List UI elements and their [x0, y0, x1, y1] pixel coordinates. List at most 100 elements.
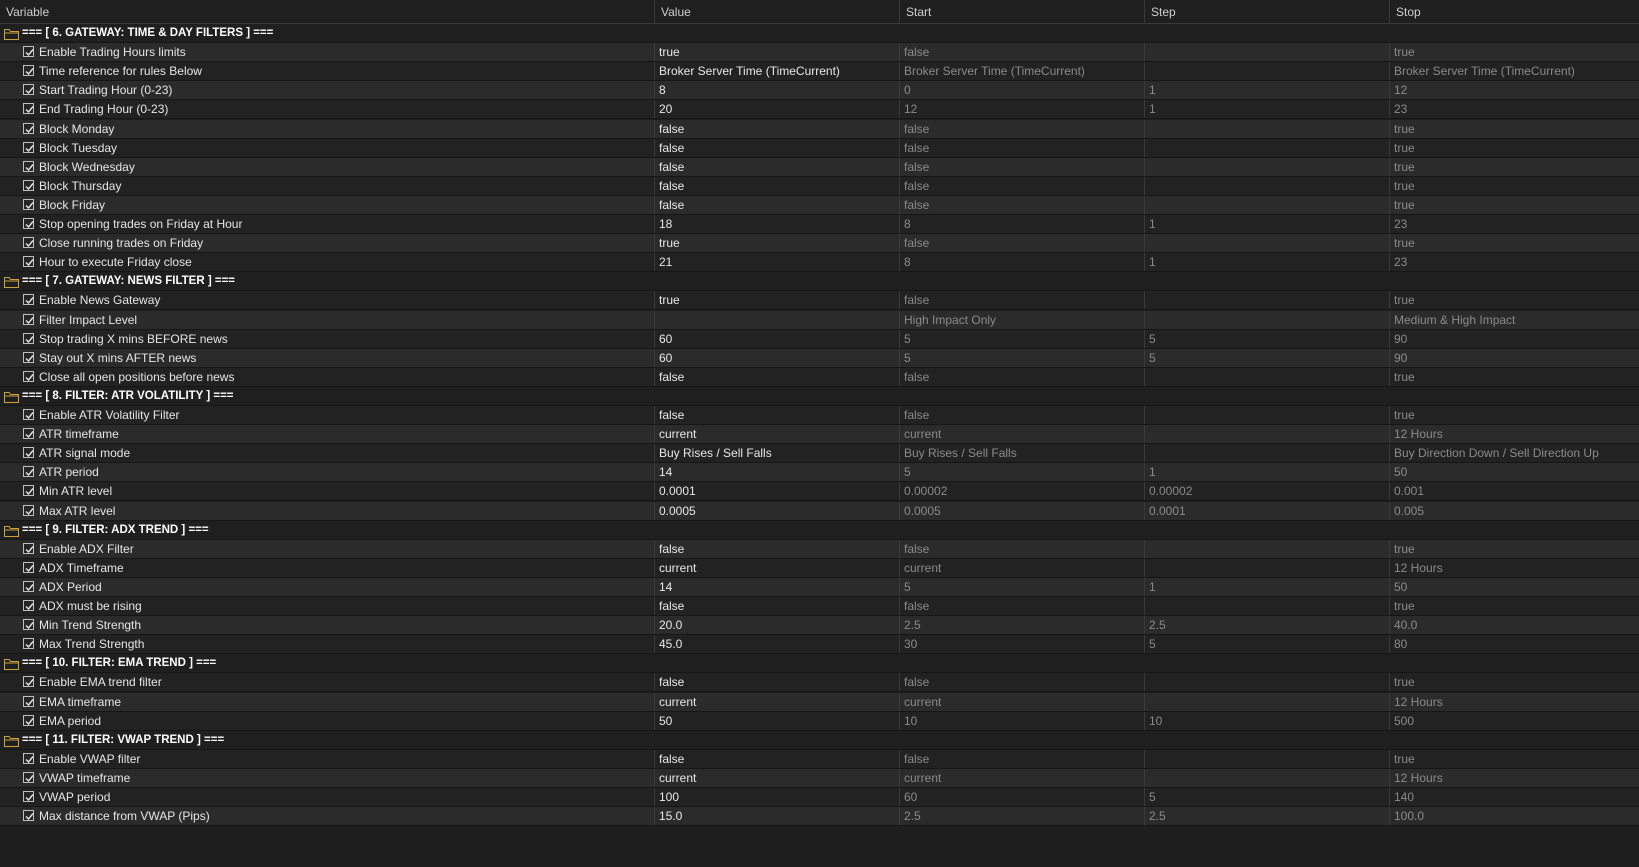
stop-cell[interactable]: 0.001: [1390, 482, 1639, 500]
start-cell[interactable]: false: [900, 195, 1145, 214]
parameter-row[interactable]: Block Friday false false true: [0, 195, 1639, 215]
step-cell[interactable]: [1145, 176, 1390, 195]
parameter-row[interactable]: Stay out X mins AFTER news 60 5 5 90: [0, 348, 1639, 368]
section-row[interactable]: === [ 8. FILTER: ATR VOLATILITY ] ===: [0, 386, 1639, 406]
start-cell[interactable]: false: [900, 291, 1145, 310]
step-cell[interactable]: 2.5: [1145, 807, 1390, 826]
value-cell[interactable]: current: [655, 558, 900, 577]
stop-cell[interactable]: true: [1390, 368, 1639, 386]
start-cell[interactable]: false: [900, 597, 1145, 616]
checkbox-checked-icon[interactable]: [23, 179, 34, 191]
start-cell[interactable]: current: [900, 558, 1145, 577]
start-cell[interactable]: 12: [900, 100, 1145, 119]
checkbox-checked-icon[interactable]: [23, 580, 34, 592]
checkbox-checked-icon[interactable]: [23, 561, 34, 573]
value-cell[interactable]: true: [655, 291, 900, 310]
value-cell[interactable]: Broker Server Time (TimeCurrent): [655, 62, 900, 81]
column-header-stop[interactable]: Stop: [1390, 0, 1639, 23]
stop-cell[interactable]: Medium & High Impact: [1390, 311, 1639, 329]
stop-cell[interactable]: true: [1390, 158, 1639, 176]
checkbox-checked-icon[interactable]: [23, 676, 34, 688]
step-cell[interactable]: [1145, 367, 1390, 386]
step-cell[interactable]: [1145, 597, 1390, 616]
stop-cell[interactable]: 12 Hours: [1390, 693, 1639, 711]
checkbox-checked-icon[interactable]: [23, 714, 34, 726]
parameter-row[interactable]: Stop opening trades on Friday at Hour 18 8…: [0, 215, 1639, 235]
start-cell[interactable]: false: [900, 119, 1145, 138]
stop-cell[interactable]: Buy Direction Down / Sell Direction Up: [1390, 444, 1639, 462]
stop-cell[interactable]: 12: [1390, 81, 1639, 99]
start-cell[interactable]: false: [900, 749, 1145, 768]
stop-cell[interactable]: true: [1390, 196, 1639, 214]
value-cell[interactable]: false: [655, 119, 900, 138]
value-cell[interactable]: false: [655, 597, 900, 616]
stop-cell[interactable]: true: [1390, 177, 1639, 195]
start-cell[interactable]: 10: [900, 711, 1145, 730]
section-header[interactable]: === [ 10. FILTER: EMA TREND ] ===: [0, 654, 1639, 672]
parameter-row[interactable]: ADX Period 14 5 1 50: [0, 577, 1639, 597]
section-row[interactable]: === [ 11. FILTER: VWAP TREND ] ===: [0, 730, 1639, 750]
checkbox-checked-icon[interactable]: [23, 370, 34, 382]
start-cell[interactable]: 0.0005: [900, 501, 1145, 520]
stop-cell[interactable]: 140: [1390, 788, 1639, 806]
value-cell[interactable]: false: [655, 157, 900, 176]
start-cell[interactable]: current: [900, 768, 1145, 787]
checkbox-checked-icon[interactable]: [23, 332, 34, 344]
value-cell[interactable]: false: [655, 406, 900, 425]
column-header-step[interactable]: Step: [1145, 0, 1390, 23]
checkbox-checked-icon[interactable]: [23, 619, 34, 631]
checkbox-checked-icon[interactable]: [23, 447, 34, 459]
column-header-start[interactable]: Start: [900, 0, 1145, 23]
section-row[interactable]: === [ 9. FILTER: ADX TREND ] ===: [0, 520, 1639, 540]
stop-cell[interactable]: 90: [1390, 330, 1639, 348]
value-cell[interactable]: 45.0: [655, 635, 900, 654]
start-cell[interactable]: 2.5: [900, 807, 1145, 826]
parameter-row[interactable]: Block Monday false false true: [0, 119, 1639, 139]
step-cell[interactable]: 1: [1145, 100, 1390, 119]
start-cell[interactable]: 0: [900, 81, 1145, 100]
value-cell[interactable]: current: [655, 425, 900, 444]
step-cell[interactable]: [1145, 406, 1390, 425]
stop-cell[interactable]: 500: [1390, 712, 1639, 730]
parameter-row[interactable]: VWAP timeframe current current 12 Hours: [0, 768, 1639, 788]
start-cell[interactable]: false: [900, 673, 1145, 692]
start-cell[interactable]: false: [900, 43, 1145, 62]
stop-cell[interactable]: 50: [1390, 578, 1639, 596]
stop-cell[interactable]: Broker Server Time (TimeCurrent): [1390, 62, 1639, 80]
checkbox-checked-icon[interactable]: [23, 122, 34, 134]
step-cell[interactable]: 0.00002: [1145, 482, 1390, 501]
stop-cell[interactable]: 23: [1390, 100, 1639, 118]
checkbox-checked-icon[interactable]: [23, 351, 34, 363]
value-cell[interactable]: true: [655, 43, 900, 62]
parameter-row[interactable]: Block Tuesday false false true: [0, 138, 1639, 158]
stop-cell[interactable]: true: [1390, 750, 1639, 768]
step-cell[interactable]: [1145, 138, 1390, 157]
step-cell[interactable]: 5: [1145, 348, 1390, 367]
start-cell[interactable]: false: [900, 138, 1145, 157]
step-cell[interactable]: [1145, 539, 1390, 558]
parameter-row[interactable]: Min Trend Strength 20.0 2.5 2.5 40.0: [0, 616, 1639, 636]
section-row[interactable]: === [ 10. FILTER: EMA TREND ] ===: [0, 654, 1639, 674]
value-cell[interactable]: 100: [655, 788, 900, 807]
section-row[interactable]: === [ 7. GATEWAY: NEWS FILTER ] ===: [0, 272, 1639, 292]
parameter-row[interactable]: Min ATR level 0.0001 0.00002 0.00002 0.001: [0, 482, 1639, 502]
stop-cell[interactable]: 23: [1390, 253, 1639, 271]
parameter-row[interactable]: Max distance from VWAP (Pips) 15.0 2.5 2.5 1…: [0, 807, 1639, 827]
parameter-row[interactable]: EMA period 50 10 10 500: [0, 711, 1639, 731]
checkbox-checked-icon[interactable]: [23, 771, 34, 783]
checkbox-checked-icon[interactable]: [23, 218, 34, 229]
parameter-row[interactable]: Time reference for rules Below Broker Ser…: [0, 62, 1639, 82]
start-cell[interactable]: 8: [900, 215, 1145, 234]
parameter-row[interactable]: Enable VWAP filter false false true: [0, 749, 1639, 769]
checkbox-checked-icon[interactable]: [23, 409, 34, 420]
parameter-row[interactable]: Close all open positions before news fals…: [0, 367, 1639, 387]
step-cell[interactable]: [1145, 749, 1390, 768]
value-cell[interactable]: 20: [655, 100, 900, 119]
value-cell[interactable]: 14: [655, 463, 900, 482]
start-cell[interactable]: 5: [900, 463, 1145, 482]
parameter-row[interactable]: ATR timeframe current current 12 Hours: [0, 425, 1639, 445]
value-cell[interactable]: false: [655, 195, 900, 214]
start-cell[interactable]: false: [900, 234, 1145, 253]
stop-cell[interactable]: 50: [1390, 463, 1639, 481]
step-cell[interactable]: [1145, 43, 1390, 62]
